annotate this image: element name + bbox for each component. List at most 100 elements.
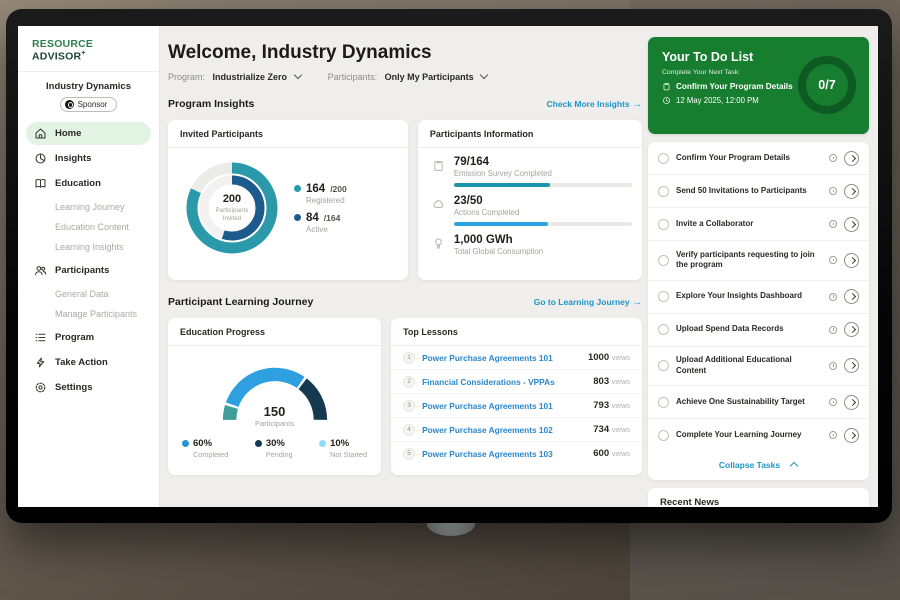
sidebar-item-program[interactable]: Program bbox=[26, 326, 151, 349]
task-chevron-button[interactable] bbox=[844, 151, 859, 166]
task-row: Upload Spend Data Records bbox=[648, 314, 869, 347]
recent-news-card: Recent News bbox=[648, 488, 869, 507]
task-chevron-button[interactable] bbox=[844, 428, 859, 443]
donut-legend: 164/200 Registered 84/164 Active bbox=[294, 176, 347, 241]
sponsor-badge-icon bbox=[65, 100, 74, 109]
dashboard-screen: RESOURCE ADVISOR+ Industry Dynamics Spon… bbox=[18, 26, 878, 507]
filters-row: Program: Industrialize Zero Participants… bbox=[168, 72, 642, 82]
task-row: Send 50 Invitations to Participants bbox=[648, 175, 869, 208]
learning-cards-row: Education Progress 150 Participants 60% … bbox=[168, 318, 642, 475]
rank-badge: 3 bbox=[403, 400, 415, 412]
sidebar-item-participants[interactable]: Participants bbox=[26, 259, 151, 282]
sidebar: RESOURCE ADVISOR+ Industry Dynamics Spon… bbox=[18, 26, 160, 507]
task-checkbox[interactable] bbox=[658, 360, 669, 371]
arrow-right-icon: → bbox=[632, 297, 642, 308]
check-more-insights-link[interactable]: Check More Insights → bbox=[546, 99, 642, 110]
task-row: Complete Your Learning Journey bbox=[648, 419, 869, 451]
page-title: Welcome, Industry Dynamics bbox=[168, 42, 642, 64]
stat-label: Emission Survey Completed bbox=[454, 169, 632, 178]
task-checkbox[interactable] bbox=[658, 397, 669, 408]
list-icon bbox=[34, 331, 47, 344]
rank-badge: 4 bbox=[403, 424, 415, 436]
sidebar-item-learning-insights[interactable]: Learning Insights bbox=[26, 237, 151, 257]
chevron-up-icon bbox=[791, 460, 798, 467]
sidebar-item-settings[interactable]: Settings bbox=[26, 376, 151, 399]
task-row: Invite a Collaborator bbox=[648, 208, 869, 241]
sidebar-item-learning-journey[interactable]: Learning Journey bbox=[26, 197, 151, 217]
lesson-link[interactable]: Power Purchase Agreements 101 bbox=[422, 353, 581, 363]
task-chevron-button[interactable] bbox=[844, 184, 859, 199]
task-checkbox[interactable] bbox=[658, 291, 669, 302]
arrow-right-icon: → bbox=[632, 99, 642, 110]
clock-icon bbox=[662, 96, 671, 105]
learning-journey-header: Participant Learning Journey Go to Learn… bbox=[168, 296, 642, 308]
invited-participants-donut-chart: 200 Participants Invited bbox=[182, 158, 282, 258]
legend-dot bbox=[294, 214, 301, 221]
lesson-link[interactable]: Power Purchase Agreements 103 bbox=[422, 449, 586, 459]
task-checkbox[interactable] bbox=[658, 255, 669, 266]
go-to-learning-journey-link[interactable]: Go to Learning Journey → bbox=[534, 297, 642, 308]
task-chevron-button[interactable] bbox=[844, 358, 859, 373]
main-content: Welcome, Industry Dynamics Program: Indu… bbox=[160, 26, 648, 507]
sidebar-item-education[interactable]: Education bbox=[26, 172, 151, 195]
rank-badge: 5 bbox=[403, 448, 415, 460]
chevron-down-icon bbox=[295, 71, 302, 78]
clock-icon bbox=[829, 256, 837, 264]
sidebar-item-take-action[interactable]: Take Action bbox=[26, 351, 151, 374]
sponsor-badge-label: Sponsor bbox=[78, 100, 108, 109]
education-progress-gauge-chart: 150 Participants bbox=[211, 360, 339, 426]
lesson-link[interactable]: Power Purchase Agreements 101 bbox=[422, 401, 586, 411]
legend-registered: 164/200 Registered bbox=[294, 183, 347, 205]
sidebar-item-insights[interactable]: Insights bbox=[26, 147, 151, 170]
task-row: Verify participants requesting to join t… bbox=[648, 241, 869, 281]
legend-not-started: 10% Not Started bbox=[319, 438, 367, 459]
legend-dot bbox=[294, 185, 301, 192]
stat-value: 79/164 bbox=[454, 156, 632, 168]
task-chevron-button[interactable] bbox=[844, 253, 859, 268]
program-filter[interactable]: Program: Industrialize Zero bbox=[168, 72, 302, 82]
card-title: Invited Participants bbox=[168, 120, 408, 148]
sponsor-badge[interactable]: Sponsor bbox=[60, 97, 118, 112]
task-chevron-button[interactable] bbox=[844, 395, 859, 410]
task-checkbox[interactable] bbox=[658, 186, 669, 197]
clock-icon bbox=[829, 326, 837, 334]
task-chevron-button[interactable] bbox=[844, 289, 859, 304]
task-row: Achieve One Sustainability Target bbox=[648, 386, 869, 419]
participants-filter[interactable]: Participants: Only My Participants bbox=[328, 72, 489, 82]
donut-center-value: 200 bbox=[223, 193, 241, 205]
org-name: Industry Dynamics bbox=[18, 81, 159, 92]
actions-icon bbox=[432, 198, 445, 211]
sidebar-item-general-data[interactable]: General Data bbox=[26, 284, 151, 304]
app-logo: RESOURCE ADVISOR+ bbox=[18, 36, 159, 72]
book-icon bbox=[34, 177, 47, 190]
gauge-center-value: 150 bbox=[211, 404, 339, 419]
recent-news-title: Recent News bbox=[648, 488, 869, 507]
rank-badge: 1 bbox=[403, 352, 415, 364]
task-checkbox[interactable] bbox=[658, 430, 669, 441]
clock-icon bbox=[829, 187, 837, 195]
progress-bar bbox=[454, 183, 632, 187]
sidebar-item-home[interactable]: Home bbox=[26, 122, 151, 145]
bulb-icon bbox=[432, 237, 445, 250]
collapse-tasks-link[interactable]: Collapse Tasks bbox=[648, 451, 869, 480]
sidebar-item-manage-participants[interactable]: Manage Participants bbox=[26, 304, 151, 324]
task-checkbox[interactable] bbox=[658, 324, 669, 335]
task-chevron-button[interactable] bbox=[844, 322, 859, 337]
clock-icon bbox=[829, 293, 837, 301]
section-title: Program Insights bbox=[168, 98, 254, 110]
task-row: Confirm Your Program Details bbox=[648, 142, 869, 175]
card-title: Top Lessons bbox=[391, 318, 642, 346]
invited-participants-card: Invited Participants 200 Participants In… bbox=[168, 120, 408, 280]
lesson-link[interactable]: Financial Considerations - VPPAs bbox=[422, 377, 586, 387]
monitor-bezel: RESOURCE ADVISOR+ Industry Dynamics Spon… bbox=[6, 9, 892, 523]
task-checkbox[interactable] bbox=[658, 153, 669, 164]
lesson-row: 4 Power Purchase Agreements 102 734 view… bbox=[391, 418, 642, 442]
sidebar-item-education-content[interactable]: Education Content bbox=[26, 217, 151, 237]
todo-hero-card: Your To Do List Complete Your Next Task:… bbox=[648, 37, 869, 134]
stat-emission-survey: 79/164 Emission Survey Completed bbox=[418, 148, 642, 187]
lesson-row: 2 Financial Considerations - VPPAs 803 v… bbox=[391, 370, 642, 394]
lesson-link[interactable]: Power Purchase Agreements 102 bbox=[422, 425, 586, 435]
task-chevron-button[interactable] bbox=[844, 217, 859, 232]
task-checkbox[interactable] bbox=[658, 219, 669, 230]
lesson-row: 3 Power Purchase Agreements 101 793 view… bbox=[391, 394, 642, 418]
